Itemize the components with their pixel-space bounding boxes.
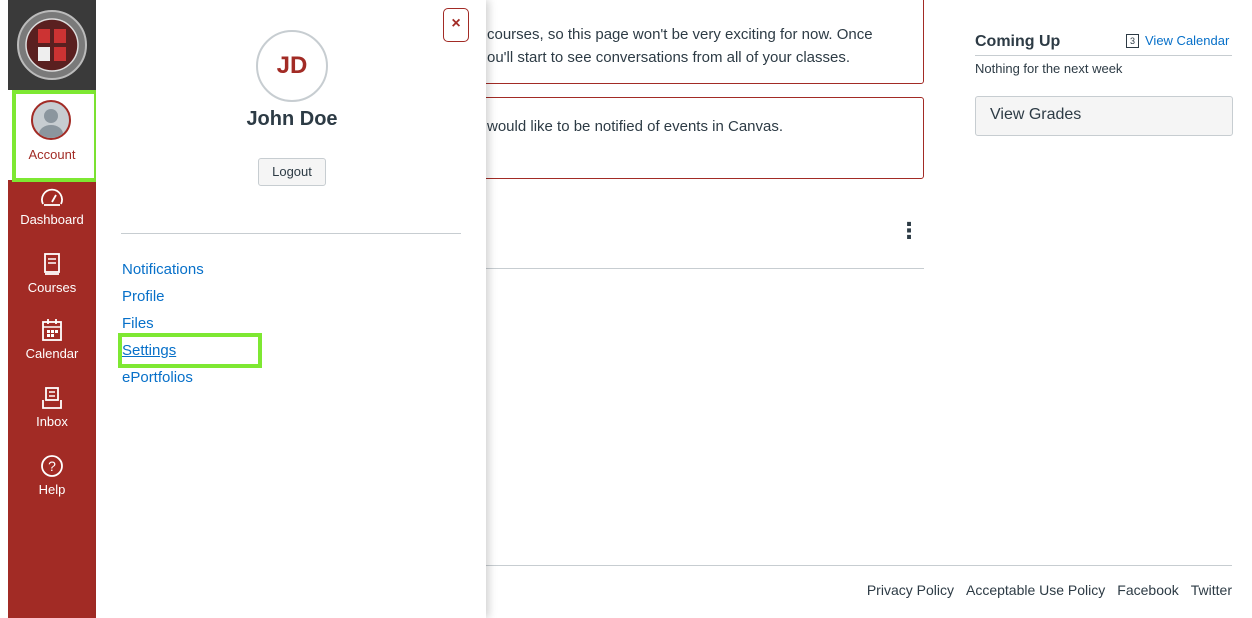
calendar-icon: 3 bbox=[1126, 33, 1139, 48]
avatar bbox=[31, 100, 71, 140]
coming-up-heading: Coming Up bbox=[975, 33, 1061, 50]
nav-item-inbox[interactable]: Inbox bbox=[8, 386, 96, 429]
nav-label-help: Help bbox=[38, 482, 66, 497]
footer-link-privacy-policy[interactable]: Privacy Policy bbox=[867, 582, 954, 598]
view-calendar-link[interactable]: 3 View Calendar bbox=[1126, 33, 1229, 48]
footer-divider bbox=[486, 565, 1232, 566]
alert-text-line-2: ou'll start to see conversations from al… bbox=[487, 49, 851, 66]
notification-alert: would like to be notified of events in C… bbox=[470, 97, 924, 179]
alert-text: would like to be notified of events in C… bbox=[487, 118, 784, 135]
nav-label-courses: Courses bbox=[27, 280, 77, 295]
alert-text-line-1: courses, so this page won't be very exci… bbox=[487, 26, 873, 43]
global-navigation: Account Dashboard Courses Calendar Inbox… bbox=[8, 0, 96, 618]
nav-item-account[interactable]: Account bbox=[8, 90, 96, 180]
user-avatar: JD bbox=[256, 30, 328, 102]
nav-label-inbox: Inbox bbox=[36, 414, 68, 429]
footer-link-acceptable-use-policy[interactable]: Acceptable Use Policy bbox=[966, 582, 1105, 598]
account-tray: JD John Doe Logout Notifications Profile… bbox=[96, 0, 486, 618]
left-gutter bbox=[0, 0, 8, 618]
canvas-page: courses, so this page won't be very exci… bbox=[0, 0, 1252, 618]
close-tray-button[interactable]: × bbox=[443, 8, 469, 42]
logout-button[interactable]: Logout bbox=[258, 158, 326, 186]
seal-icon bbox=[17, 10, 87, 80]
help-icon: ? bbox=[41, 455, 63, 477]
coming-up-empty-text: Nothing for the next week bbox=[975, 61, 1123, 76]
svg-text:?: ? bbox=[48, 458, 56, 474]
inbox-icon bbox=[42, 387, 62, 409]
nav-label-account: Account bbox=[28, 147, 76, 162]
divider bbox=[121, 233, 461, 234]
footer-link-facebook[interactable]: Facebook bbox=[1117, 582, 1178, 598]
nav-item-courses[interactable]: Courses bbox=[8, 252, 96, 295]
calendar-icon bbox=[42, 319, 62, 341]
welcome-alert: courses, so this page won't be very exci… bbox=[470, 0, 924, 84]
tray-link-notifications[interactable]: Notifications bbox=[122, 260, 204, 287]
dashboard-options-button[interactable]: ⋮ bbox=[898, 220, 920, 242]
footer-links: Privacy Policy Acceptable Use Policy Fac… bbox=[867, 582, 1232, 598]
nav-label-calendar: Calendar bbox=[25, 346, 79, 361]
view-calendar-label: View Calendar bbox=[1145, 33, 1230, 48]
user-name: John Doe bbox=[246, 108, 338, 130]
divider bbox=[486, 268, 924, 269]
divider bbox=[975, 55, 1232, 56]
school-logo[interactable] bbox=[8, 0, 96, 90]
settings-highlight bbox=[118, 333, 262, 368]
tray-link-eportfolios[interactable]: ePortfolios bbox=[122, 368, 204, 395]
dashboard-icon bbox=[41, 188, 63, 206]
tray-link-profile[interactable]: Profile bbox=[122, 287, 204, 314]
person-icon bbox=[39, 109, 63, 138]
nav-label-dashboard: Dashboard bbox=[20, 212, 84, 227]
nav-item-calendar[interactable]: Calendar bbox=[8, 318, 96, 361]
account-links: Notifications Profile Files Settings ePo… bbox=[122, 260, 204, 395]
nav-item-dashboard[interactable]: Dashboard bbox=[8, 186, 96, 227]
courses-icon bbox=[44, 253, 60, 275]
footer-link-twitter[interactable]: Twitter bbox=[1191, 582, 1232, 598]
nav-item-help[interactable]: ? Help bbox=[8, 454, 96, 497]
view-grades-button[interactable]: View Grades bbox=[975, 96, 1233, 136]
